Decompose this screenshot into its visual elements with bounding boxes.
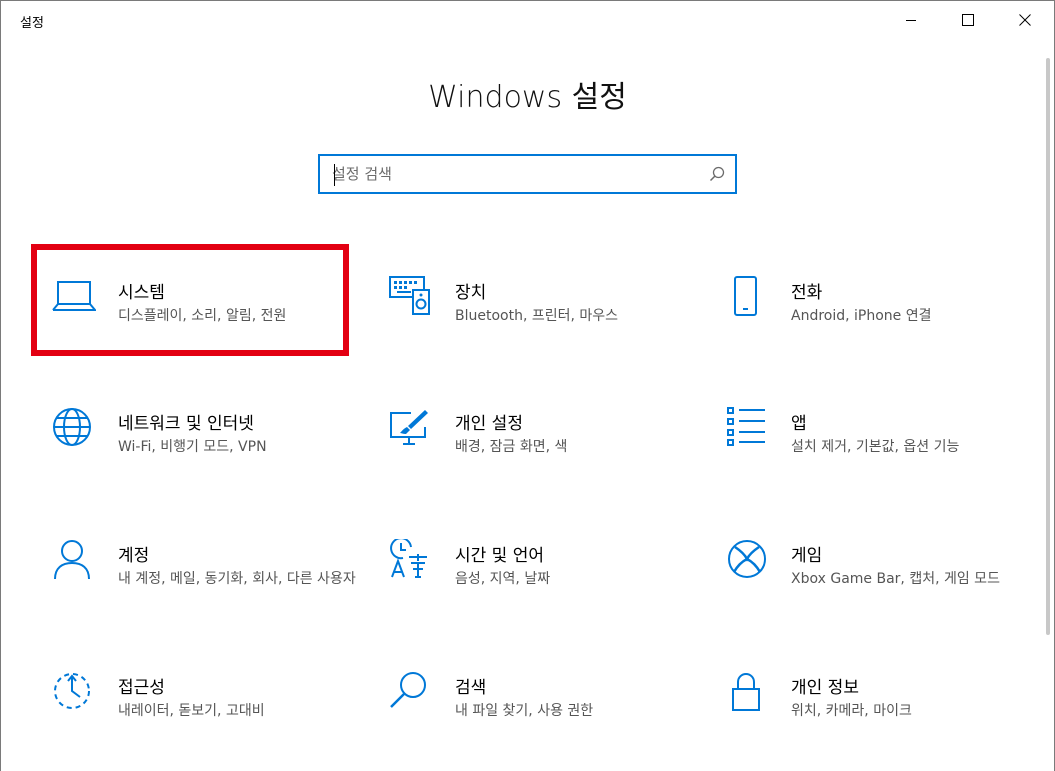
tile-description: Android, iPhone 연결 <box>791 308 932 324</box>
tile-title: 검색 <box>455 678 487 698</box>
tile-title: 시스템 <box>118 283 165 303</box>
tile-description: 내레이터, 돋보기, 고대비 <box>118 703 265 719</box>
tile-title: 앱 <box>791 414 807 434</box>
search-input[interactable] <box>332 162 692 186</box>
tile-description: 내 계정, 메일, 동기화, 회사, 다른 사용자 <box>118 571 356 587</box>
tile-description: 배경, 잠금 화면, 색 <box>455 439 568 455</box>
tile-title: 시간 및 언어 <box>455 546 545 566</box>
lock-icon <box>725 671 769 715</box>
phone-icon <box>725 276 769 320</box>
vertical-scrollbar[interactable] <box>1046 58 1050 635</box>
tile-title: 개인 정보 <box>791 678 859 698</box>
tile-title: 네트워크 및 인터넷 <box>118 414 254 434</box>
close-icon <box>1019 14 1031 26</box>
page-title: Windows 설정 <box>428 80 627 115</box>
maximize-icon <box>962 14 974 26</box>
tile-system[interactable]: 시스템 디스플레이, 소리, 알림, 전원 <box>52 276 372 372</box>
minimize-icon <box>906 20 916 21</box>
tile-description: Wi-Fi, 비행기 모드, VPN <box>118 439 267 455</box>
tile-phone[interactable]: 전화 Android, iPhone 연결 <box>725 276 1045 372</box>
tile-network[interactable]: 네트워크 및 인터넷 Wi-Fi, 비행기 모드, VPN <box>52 407 372 503</box>
close-button[interactable] <box>997 0 1053 40</box>
tile-apps[interactable]: 앱 설치 제거, 기본값, 옵션 기능 <box>725 407 1045 503</box>
tile-description: Xbox Game Bar, 캡처, 게임 모드 <box>791 571 1000 587</box>
app-list-icon <box>725 407 769 451</box>
tile-title: 장치 <box>455 283 487 303</box>
tile-search[interactable]: 검색 내 파일 찾기, 사용 권한 <box>389 671 709 767</box>
title-bar[interactable]: 설정 <box>0 0 1055 40</box>
text-caret <box>334 164 335 186</box>
tile-title: 접근성 <box>118 678 165 698</box>
paint-brush-icon <box>389 407 433 451</box>
tile-description: 음성, 지역, 날짜 <box>455 571 551 587</box>
window-title: 설정 <box>20 16 44 31</box>
tile-devices[interactable]: 장치 Bluetooth, 프린터, 마우스 <box>389 276 709 372</box>
keyboard-speaker-icon <box>389 276 433 320</box>
tile-accounts[interactable]: 계정 내 계정, 메일, 동기화, 회사, 다른 사용자 <box>52 539 372 635</box>
maximize-button[interactable] <box>940 0 996 40</box>
tile-description: Bluetooth, 프린터, 마우스 <box>455 308 619 324</box>
tile-ease-of-access[interactable]: 접근성 내레이터, 돋보기, 고대비 <box>52 671 372 767</box>
xbox-icon <box>725 539 769 583</box>
search-icon <box>389 671 433 715</box>
tile-description: 내 파일 찾기, 사용 권한 <box>455 703 594 719</box>
search-icon[interactable] <box>709 166 725 182</box>
tile-personalization[interactable]: 개인 설정 배경, 잠금 화면, 색 <box>389 407 709 503</box>
tile-description: 설치 제거, 기본값, 옵션 기능 <box>791 439 960 455</box>
tile-title: 게임 <box>791 546 823 566</box>
tile-title: 개인 설정 <box>455 414 523 434</box>
tile-title: 전화 <box>791 283 823 303</box>
laptop-icon <box>52 276 96 320</box>
tile-title: 계정 <box>118 546 150 566</box>
globe-icon <box>52 407 96 451</box>
tile-description: 디스플레이, 소리, 알림, 전원 <box>118 308 287 324</box>
person-icon <box>52 539 96 583</box>
ease-of-access-icon <box>52 671 96 715</box>
tile-description: 위치, 카메라, 마이크 <box>791 703 912 719</box>
tile-privacy[interactable]: 개인 정보 위치, 카메라, 마이크 <box>725 671 1045 767</box>
tile-gaming[interactable]: 게임 Xbox Game Bar, 캡처, 게임 모드 <box>725 539 1045 635</box>
search-box[interactable] <box>318 154 737 194</box>
clock-language-icon <box>389 539 433 583</box>
minimize-button[interactable] <box>883 0 939 40</box>
tile-time-language[interactable]: 시간 및 언어 음성, 지역, 날짜 <box>389 539 709 635</box>
